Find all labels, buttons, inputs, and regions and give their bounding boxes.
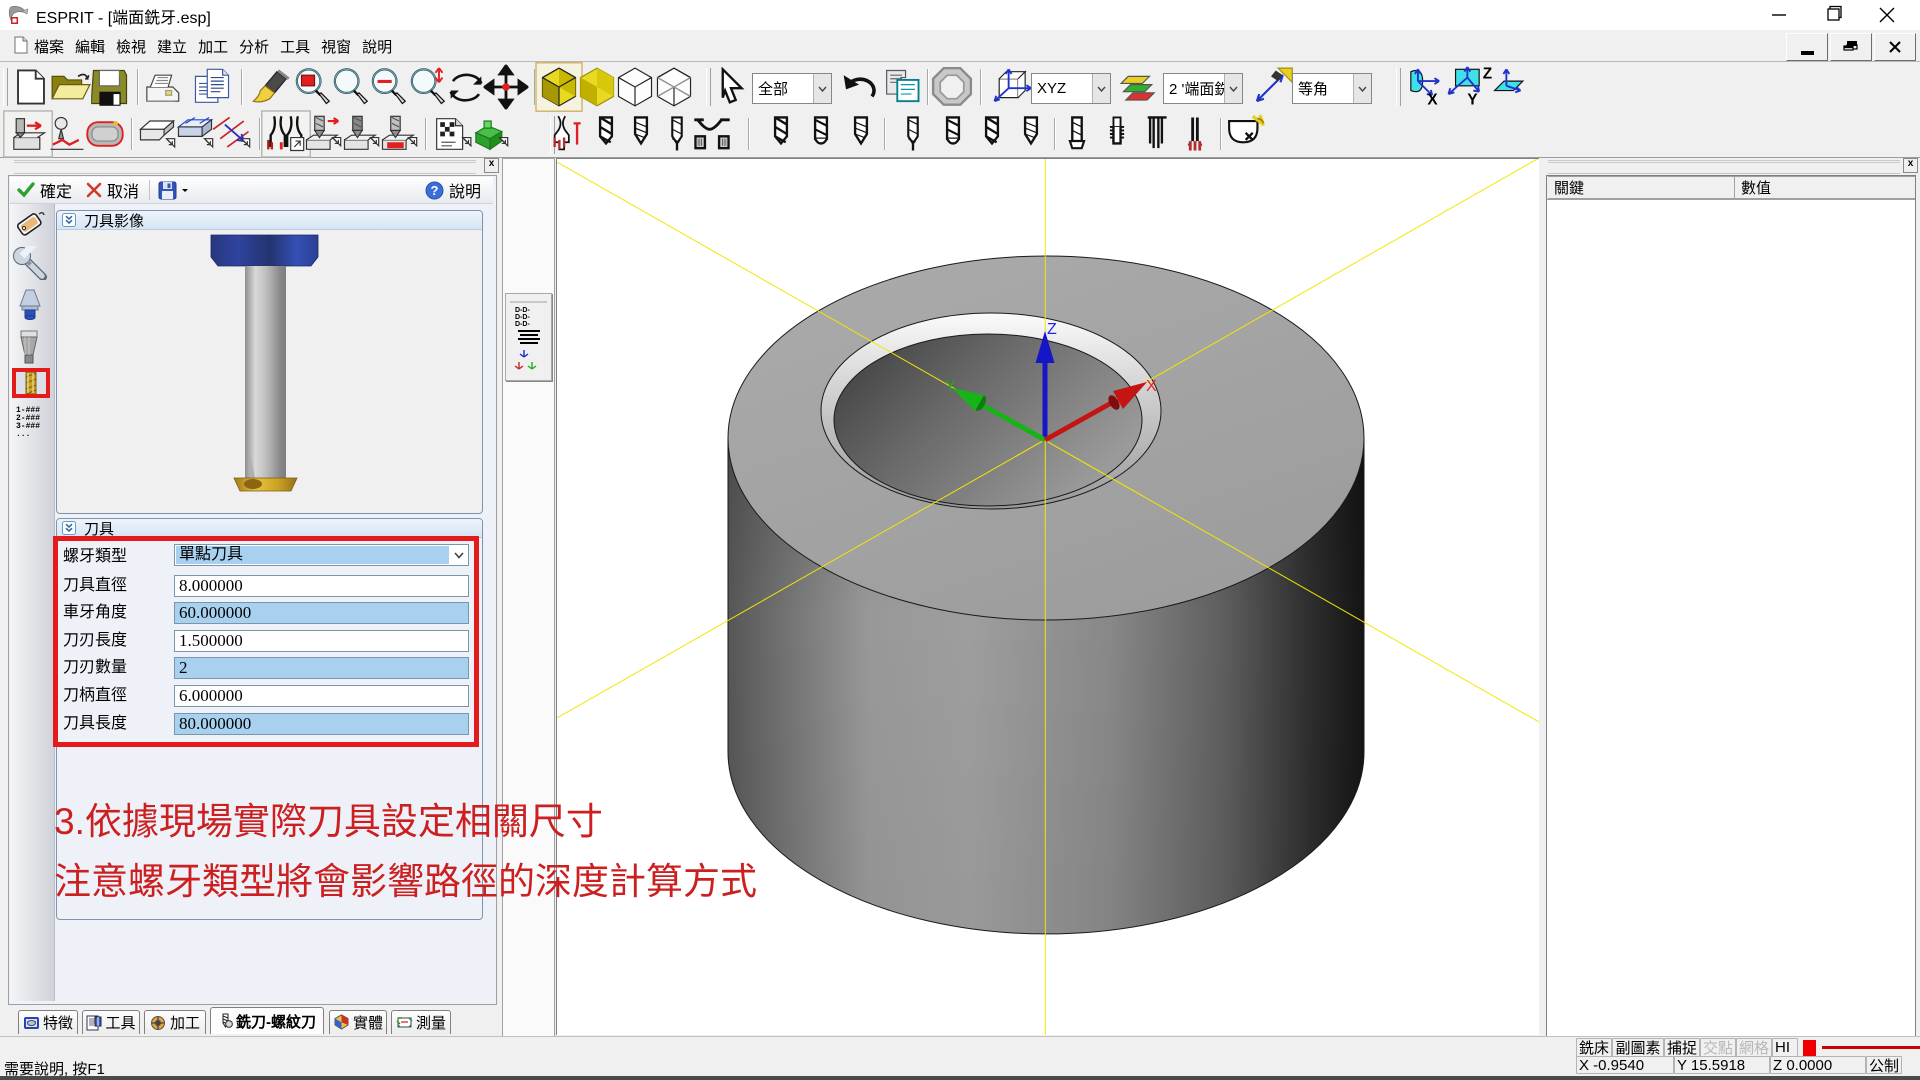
svg-text:Z: Z — [1047, 321, 1057, 338]
svg-text:Y: Y — [1467, 92, 1477, 109]
svg-text:D-D-: D-D- — [515, 307, 530, 314]
svg-text:Z: Z — [1483, 66, 1492, 83]
svg-text:D-D-: D-D- — [515, 314, 530, 321]
svg-text:X: X — [1427, 92, 1438, 109]
svg-text:D-D-: D-D- — [515, 321, 530, 327]
svg-text:Y: Y — [945, 378, 956, 395]
svg-text:X: X — [1146, 378, 1157, 395]
